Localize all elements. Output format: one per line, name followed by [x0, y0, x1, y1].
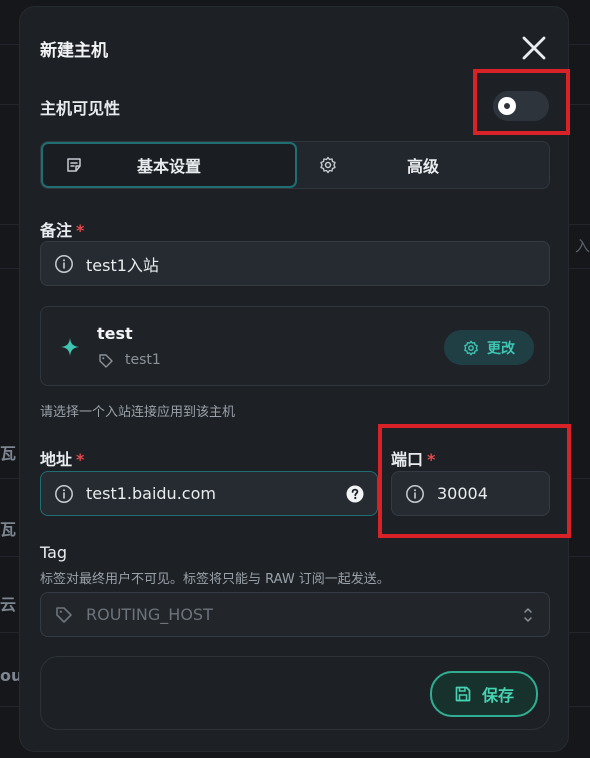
- address-value: test1.baidu.com: [86, 484, 216, 503]
- tag-placeholder: ROUTING_HOST: [86, 605, 213, 624]
- remark-label-text: 备注: [40, 221, 73, 240]
- highlight-box-visibility: [473, 69, 570, 135]
- tag-description: 标签对最终用户不可见。标签将只能与 RAW 订阅一起发送。: [40, 572, 390, 587]
- highlight-box-port: [378, 424, 571, 538]
- inbound-name: test: [97, 324, 133, 343]
- help-icon[interactable]: [346, 485, 364, 503]
- tag-icon: [99, 354, 113, 368]
- bg-row-label: 云: [0, 595, 17, 614]
- tab-label: 基本设置: [136, 157, 201, 176]
- new-host-modal: 新建主机 主机可见性 基本设置 高级 备注 * test1入站 test tes…: [19, 6, 571, 752]
- tag-label: Tag: [40, 543, 68, 562]
- chevron-updown-icon: [524, 608, 532, 622]
- change-button-label: 更改: [487, 340, 515, 357]
- tab-basic-settings[interactable]: 基本设置: [41, 142, 297, 188]
- save-button-label: 保存: [481, 686, 514, 705]
- required-mark: *: [76, 450, 85, 469]
- bg-row-label: 瓦: [0, 520, 17, 539]
- save-button[interactable]: 保存: [430, 671, 538, 717]
- address-input[interactable]: test1.baidu.com: [40, 471, 378, 516]
- bg-row-label: 瓦: [0, 444, 17, 463]
- tag-select[interactable]: ROUTING_HOST: [40, 592, 550, 637]
- close-icon: [522, 36, 546, 60]
- tag-icon: [56, 606, 72, 623]
- inbound-card: test test1 更改: [40, 306, 550, 386]
- sparkle-icon: [61, 338, 79, 356]
- tab-advanced[interactable]: 高级: [297, 142, 549, 188]
- host-visibility-label: 主机可见性: [40, 99, 121, 118]
- tab-label: 高级: [406, 157, 439, 176]
- close-button[interactable]: [519, 33, 549, 63]
- required-mark: *: [76, 221, 85, 240]
- bg-right-label: 入: [574, 237, 590, 255]
- info-icon: [55, 484, 73, 503]
- inbound-tag: test1: [125, 352, 161, 368]
- remark-input[interactable]: test1入站: [40, 241, 550, 286]
- change-inbound-button[interactable]: 更改: [444, 330, 534, 365]
- save-icon: [455, 686, 471, 702]
- settings-tabs: 基本设置 高级: [40, 141, 550, 189]
- gear-icon: [464, 340, 478, 355]
- remark-label: 备注 *: [40, 217, 84, 241]
- address-label-text: 地址: [40, 450, 73, 469]
- info-icon: [55, 254, 73, 273]
- note-icon: [67, 158, 81, 172]
- inbound-hint: 请选择一个入站连接应用到该主机: [40, 405, 236, 420]
- modal-title: 新建主机: [40, 41, 108, 61]
- footer-actions: 保存: [40, 656, 550, 730]
- address-label: 地址 *: [40, 446, 84, 470]
- gear-icon: [320, 156, 336, 174]
- remark-value: test1入站: [86, 255, 159, 275]
